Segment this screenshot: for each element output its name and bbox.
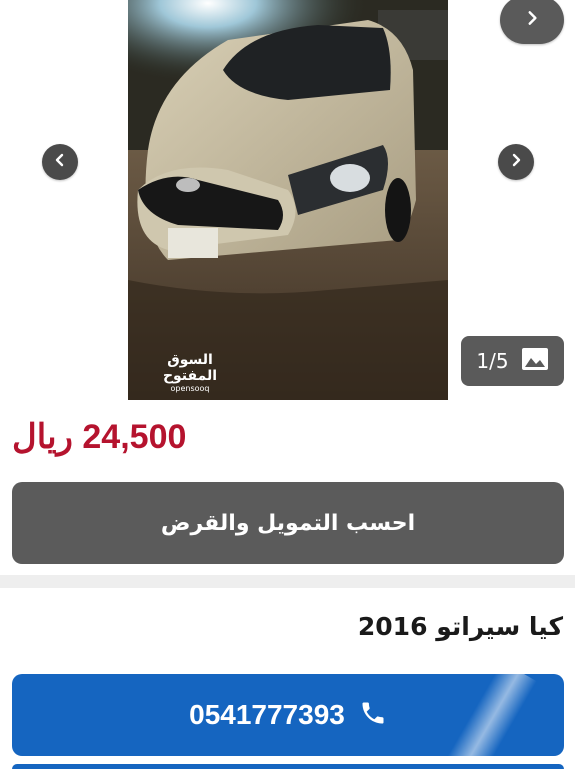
- opensooq-watermark: السوق المفتوح opensooq: [140, 352, 240, 394]
- section-divider: [0, 575, 575, 588]
- button-shine: [447, 674, 537, 756]
- listing-title: كيا سيراتو 2016: [357, 612, 563, 641]
- top-next-button[interactable]: [500, 0, 564, 44]
- gallery-prev-button[interactable]: [42, 144, 78, 180]
- chevron-right-icon: [523, 9, 541, 31]
- next-button-edge[interactable]: [12, 764, 564, 769]
- chevron-right-icon: [508, 152, 524, 172]
- image-counter[interactable]: 1/5: [461, 336, 564, 386]
- phone-number: 0541777393: [189, 699, 345, 730]
- watermark-latin: opensooq: [170, 384, 210, 393]
- chevron-left-icon: [52, 152, 68, 172]
- car-photo[interactable]: [128, 0, 448, 400]
- counter-text: 1/5: [476, 349, 509, 373]
- image-gallery[interactable]: السوق المفتوح opensooq 1/5: [0, 0, 575, 400]
- image-icon: [521, 347, 549, 376]
- listing-price: 24,500 ريال: [12, 418, 187, 456]
- gallery-next-button[interactable]: [498, 144, 534, 180]
- finance-calculator-button[interactable]: احسب التمويل والقرض: [12, 482, 564, 564]
- call-button[interactable]: 0541777393: [12, 674, 564, 756]
- phone-icon: [359, 699, 387, 731]
- watermark-arabic: السوق المفتوح: [162, 352, 218, 384]
